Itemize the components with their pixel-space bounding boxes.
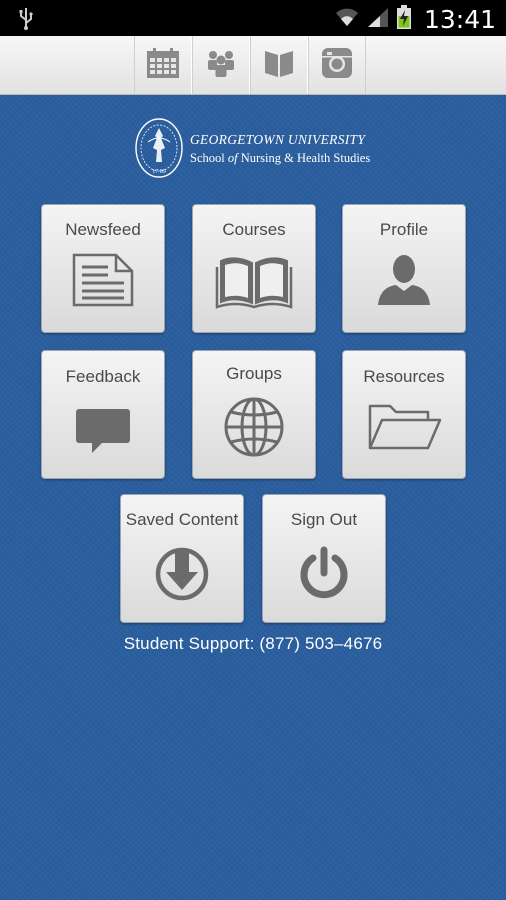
sign-out-tile[interactable]: Sign Out (262, 494, 386, 623)
calendar-icon (146, 47, 180, 84)
signal-icon (366, 6, 390, 33)
profile-tile[interactable]: Profile (342, 204, 466, 333)
resources-folder-icon (343, 402, 465, 450)
university-name: GEORGETOWN UNIVERSITY (190, 132, 366, 147)
people-icon (204, 48, 238, 83)
groups-tile[interactable]: Groups (192, 350, 316, 479)
instagram-icon (321, 47, 353, 84)
feedback-label: Feedback (65, 367, 141, 386)
newsfeed-icon (42, 253, 164, 307)
people-button[interactable] (192, 36, 250, 94)
saved-content-label: Saved Content (125, 510, 239, 529)
book-icon (263, 48, 295, 83)
student-support-phone[interactable]: Student Support: (877) 503–4676 (0, 634, 506, 654)
sign-out-label: Sign Out (290, 510, 358, 529)
power-icon (263, 546, 385, 602)
newsfeed-label: Newsfeed (65, 220, 141, 239)
clock: 13:41 (423, 5, 496, 34)
wifi-icon (334, 6, 360, 33)
courses-label: Courses (222, 220, 286, 239)
profile-person-icon (343, 253, 465, 307)
newsfeed-tile[interactable]: Newsfeed (41, 204, 165, 333)
library-button[interactable] (250, 36, 308, 94)
seal-years: 17 89 (152, 169, 166, 175)
top-toolbar (0, 36, 506, 95)
university-seal-icon: 17 89 (135, 118, 183, 178)
battery-charging-icon (396, 4, 412, 35)
resources-label: Resources (363, 367, 445, 386)
courses-tile[interactable]: Courses (192, 204, 316, 333)
groups-label: Groups (226, 364, 282, 383)
feedback-speech-bubble-icon (42, 407, 164, 455)
download-icon (121, 546, 243, 602)
groups-globe-icon (193, 396, 315, 458)
courses-book-icon (193, 253, 315, 309)
main-content: 17 89 GEORGETOWN UNIVERSITY School of Nu… (0, 95, 506, 900)
feedback-tile[interactable]: Feedback (41, 350, 165, 479)
school-name: School of Nursing & Health Studies (190, 151, 371, 165)
profile-label: Profile (379, 220, 429, 239)
status-bar: 13:41 (0, 0, 506, 36)
saved-content-tile[interactable]: Saved Content (120, 494, 244, 623)
calendar-button[interactable] (134, 36, 192, 94)
university-logo: 17 89 GEORGETOWN UNIVERSITY School of Nu… (134, 118, 370, 180)
resources-tile[interactable]: Resources (342, 350, 466, 479)
instagram-button[interactable] (308, 36, 366, 94)
usb-icon (18, 6, 34, 35)
